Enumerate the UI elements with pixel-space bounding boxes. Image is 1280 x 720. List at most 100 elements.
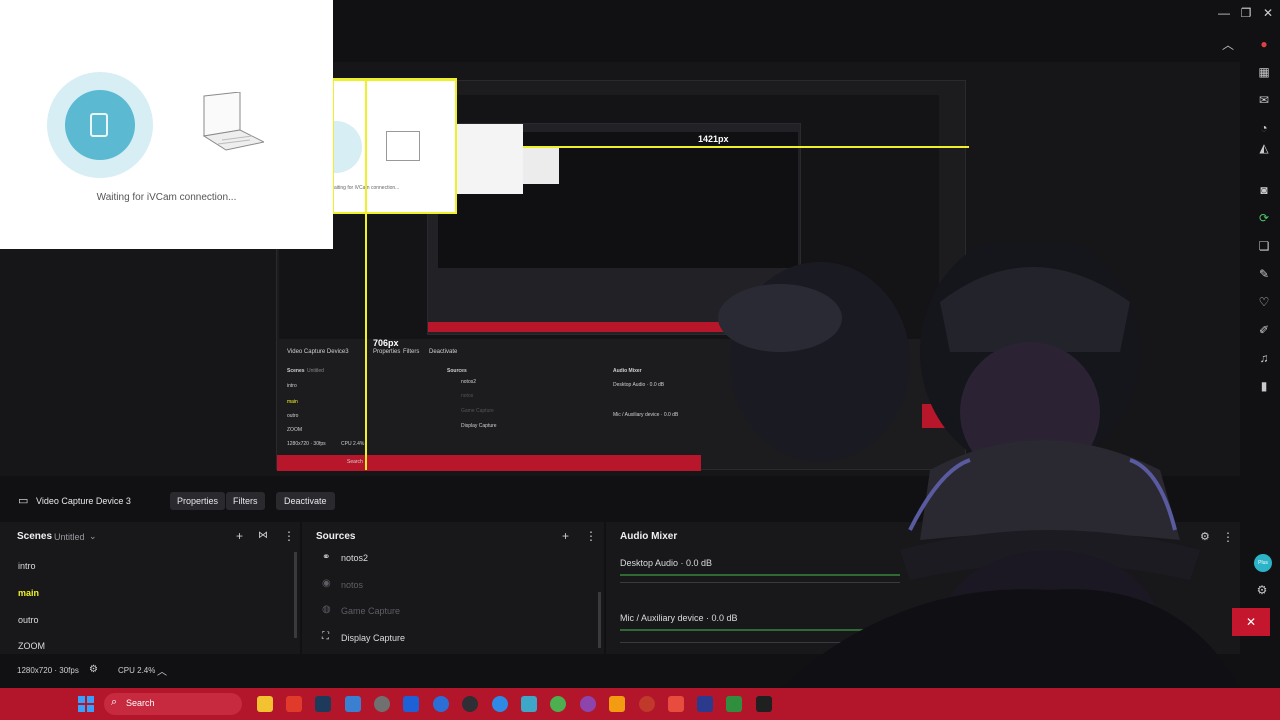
close-window-icon[interactable]: ✕: [1258, 4, 1278, 22]
bell-icon[interactable]: ◭: [1256, 140, 1272, 156]
scenes-scrollbar[interactable]: [294, 552, 297, 638]
scene-item-active[interactable]: main: [18, 588, 39, 598]
chrome-icon[interactable]: [550, 696, 566, 712]
close-icon[interactable]: ✕: [1232, 608, 1270, 636]
app-icon[interactable]: [286, 696, 302, 712]
edit-icon[interactable]: ✐: [1256, 322, 1272, 338]
chevron-up-icon[interactable]: ︿: [157, 663, 167, 678]
nested-taskbar: Search: [277, 455, 701, 471]
preview-canvas[interactable]: Video Capture Device3 Properties Filters…: [0, 0, 1240, 476]
file-explorer-icon[interactable]: [257, 696, 273, 712]
copy-icon[interactable]: ❏: [1256, 238, 1272, 254]
steam-icon[interactable]: [315, 696, 331, 712]
mail-icon[interactable]: ✉: [1256, 92, 1272, 108]
nested-ivcam-ring: [334, 121, 362, 173]
source-item[interactable]: Game Capture: [341, 606, 400, 616]
photos-icon[interactable]: [345, 696, 361, 712]
nested-scenes-title: Scenes: [287, 368, 305, 374]
source-item[interactable]: notos2: [341, 553, 368, 563]
disc-icon[interactable]: [374, 696, 390, 712]
app-icon[interactable]: [492, 696, 508, 712]
nested-scenes-collection: Untitled: [307, 368, 324, 374]
gear-icon[interactable]: ⚙: [89, 664, 98, 675]
chevron-up-icon[interactable]: ︿: [1222, 36, 1234, 53]
search-icon: ⌕: [111, 696, 118, 708]
add-scene-icon[interactable]: +: [236, 529, 243, 543]
heart-icon[interactable]: ♡: [1256, 294, 1272, 310]
audio-mixer-title: Audio Mixer: [620, 531, 678, 542]
filters-button[interactable]: Filters: [226, 492, 265, 510]
app-icon[interactable]: [433, 696, 449, 712]
properties-button[interactable]: Properties: [170, 492, 226, 510]
nested-ivcam-window-3: [523, 148, 559, 184]
nested-mixer-title: Audio Mixer: [613, 368, 642, 374]
app-icon[interactable]: [726, 696, 742, 712]
guide-bottom: [333, 212, 457, 214]
restore-icon[interactable]: ❐: [1236, 4, 1256, 22]
brush-icon[interactable]: ✎: [1256, 266, 1272, 282]
scenes-title: Scenes: [17, 531, 53, 542]
gamepad-icon: ◍: [322, 604, 331, 615]
nested-source-item: notos: [461, 393, 474, 399]
cpu-status: CPU 2.4%: [118, 666, 156, 675]
nested-desktop-audio: Desktop Audio · 0.0 dB: [613, 382, 665, 388]
taskbar-search[interactable]: ⌕ Search: [104, 693, 242, 715]
search-placeholder: Search: [126, 698, 155, 708]
more-icon[interactable]: ⋮: [283, 529, 295, 543]
scene-item[interactable]: ZOOM: [18, 641, 45, 651]
app-icon[interactable]: [580, 696, 596, 712]
mic-audio-label: Mic / Auxiliary device · 0.0 dB: [620, 613, 738, 623]
tray-icon[interactable]: ⚙: [1254, 582, 1270, 598]
scene-collection-dropdown[interactable]: Untitled: [54, 532, 85, 542]
profile-icon[interactable]: ●: [1256, 36, 1272, 52]
battery-icon[interactable]: ▮: [1256, 378, 1272, 394]
source-item[interactable]: Display Capture: [341, 633, 405, 643]
height-label: 706px: [373, 338, 399, 348]
sources-title: Sources: [316, 531, 356, 542]
add-source-icon[interactable]: +: [562, 529, 569, 543]
guide-vertical-2: [455, 78, 457, 214]
camera-icon[interactable]: ◙: [1256, 182, 1272, 198]
layout-icon[interactable]: ▦: [1256, 64, 1272, 80]
app-icon[interactable]: [521, 696, 537, 712]
monitor-icon: ⛶: [322, 631, 329, 642]
chevron-down-icon[interactable]: ⌄: [89, 531, 97, 542]
width-label: 1421px: [698, 134, 729, 144]
guide-top: [333, 78, 457, 80]
nested-source-name: Video Capture Device3: [287, 349, 349, 355]
vlc-icon[interactable]: [609, 696, 625, 712]
more-icon[interactable]: ⋮: [585, 529, 597, 543]
nested-scene-item: main: [287, 399, 298, 405]
music-icon[interactable]: ♫: [1256, 350, 1272, 366]
sources-scrollbar[interactable]: [598, 592, 601, 648]
sync-icon[interactable]: ⟳: [1256, 210, 1272, 226]
deactivate-button[interactable]: Deactivate: [276, 492, 335, 510]
transition-icon[interactable]: ⋈: [258, 530, 268, 541]
nested-status: 1280x720 · 30fps: [287, 441, 326, 447]
screen: — ❐ ✕ ︿ Video Capture Device3 Properties…: [0, 0, 1280, 720]
eye-icon: ◉: [322, 578, 331, 589]
app-icon[interactable]: [403, 696, 419, 712]
nested-scene-item: intro: [287, 383, 297, 389]
plus-badge[interactable]: Plus: [1254, 554, 1272, 572]
start-icon[interactable]: [78, 696, 94, 712]
nested-ivcam-window: aiting for iVCam connection...: [333, 80, 457, 214]
nested-search: Search: [347, 459, 363, 465]
minimize-icon[interactable]: —: [1214, 4, 1234, 22]
resolution-status: 1280x720 · 30fps: [17, 666, 79, 675]
nested-laptop-icon: [386, 131, 420, 161]
scene-item[interactable]: intro: [18, 561, 36, 571]
source-item[interactable]: notos: [341, 580, 363, 590]
obs-icon[interactable]: [462, 696, 478, 712]
app-icon[interactable]: [697, 696, 713, 712]
app-icon[interactable]: [668, 696, 684, 712]
ivcam-window: Waiting for iVCam connection...: [0, 0, 333, 249]
chat-icon[interactable]: ◔: [1256, 120, 1272, 136]
nested-source-item: notos2: [461, 379, 477, 385]
scene-item[interactable]: outro: [18, 615, 39, 625]
epic-icon[interactable]: [756, 696, 772, 712]
nested-filters: Filters: [403, 349, 420, 355]
app-icon[interactable]: [639, 696, 655, 712]
webcam-overlay: [780, 440, 1240, 688]
nested-mic-audio: Mic / Auxiliary device · 0.0 dB: [613, 412, 679, 418]
